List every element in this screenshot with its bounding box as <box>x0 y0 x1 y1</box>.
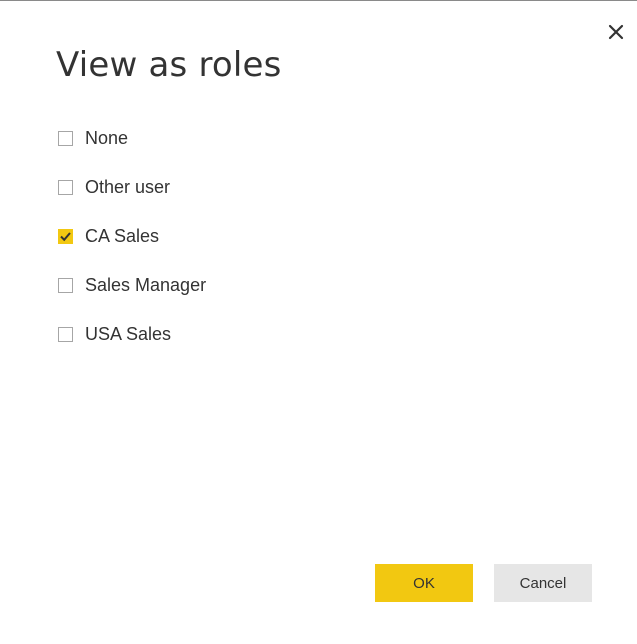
role-label: Other user <box>85 177 171 197</box>
role-checkbox[interactable] <box>58 131 73 146</box>
role-option-ca-sales[interactable]: CA Sales <box>58 212 206 261</box>
role-checkbox[interactable] <box>58 327 73 342</box>
checkmark-icon <box>60 232 71 242</box>
role-option-none[interactable]: None <box>58 114 206 163</box>
role-checkbox[interactable] <box>58 180 73 195</box>
role-option-usa-sales[interactable]: USA Sales <box>58 310 206 359</box>
role-option-other-user[interactable]: Other user <box>58 163 206 212</box>
close-button[interactable] <box>605 21 627 43</box>
role-label: None <box>85 128 129 148</box>
ok-button[interactable]: OK <box>375 564 473 602</box>
role-list: None Other user CA Sales Sales Manager U… <box>58 114 206 359</box>
role-checkbox[interactable] <box>58 278 73 293</box>
close-icon <box>608 24 624 40</box>
dialog-title: View as roles <box>56 45 282 85</box>
role-label: USA Sales <box>85 324 172 344</box>
role-option-sales-manager[interactable]: Sales Manager <box>58 261 206 310</box>
role-label: Sales Manager <box>85 275 207 295</box>
role-label: CA Sales <box>85 226 160 246</box>
cancel-button[interactable]: Cancel <box>494 564 592 602</box>
role-checkbox[interactable] <box>58 229 73 244</box>
view-as-roles-dialog: View as roles None Other user CA Sales S… <box>0 0 637 644</box>
